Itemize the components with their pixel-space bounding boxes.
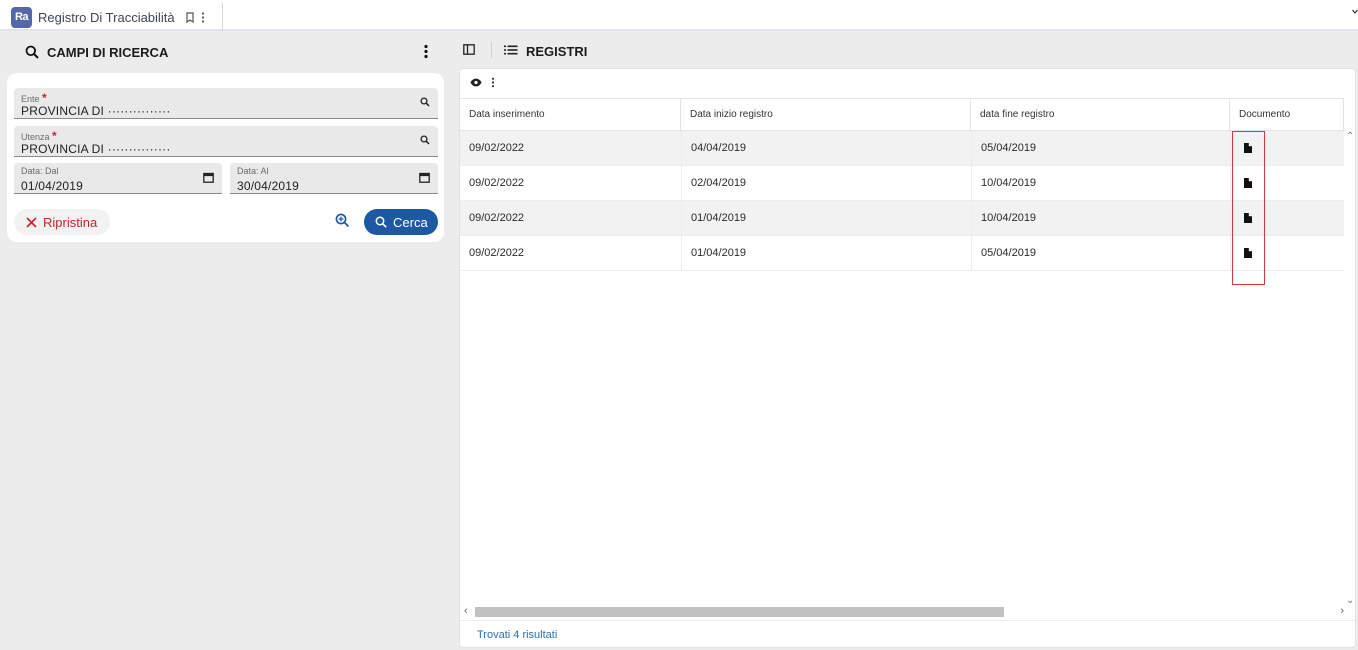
- search-icon: [25, 45, 39, 59]
- utenza-field[interactable]: Utenza * PROVINCIA DI ···············: [14, 126, 438, 157]
- search-panel-header: CAMPI DI RICERCA: [0, 33, 452, 73]
- more-vert-icon[interactable]: [491, 77, 495, 88]
- document-icon[interactable]: [1244, 143, 1252, 153]
- bookmark-icon[interactable]: [185, 11, 195, 23]
- utenza-value[interactable]: PROVINCIA DI ···············: [21, 142, 171, 156]
- search-icon[interactable]: [420, 97, 430, 107]
- cell-data-inserimento: 09/02/2022: [469, 247, 525, 259]
- list-icon: [504, 45, 518, 55]
- chevron-down-icon[interactable]: [1352, 9, 1358, 14]
- cell-documento: [1230, 201, 1344, 236]
- scroll-up-icon[interactable]: ⌃: [1346, 131, 1354, 142]
- date-from-value[interactable]: 01/04/2019: [21, 179, 83, 193]
- cell-data-inizio: 02/04/2019: [681, 166, 971, 201]
- date-to-label: Data: Al: [237, 166, 269, 176]
- ente-label: Ente *: [21, 91, 47, 105]
- search-icon[interactable]: [420, 135, 430, 145]
- date-to-value[interactable]: 30/04/2019: [237, 179, 299, 193]
- reset-button-label: Ripristina: [43, 214, 98, 230]
- cell-documento: [1230, 166, 1344, 201]
- search-button-label: Cerca: [393, 214, 428, 230]
- top-tab-bar: Ra Registro Di Tracciabilità: [0, 0, 1358, 31]
- scroll-left-icon[interactable]: ‹: [464, 605, 468, 617]
- cell-data-fine: 10/04/2019: [971, 201, 1230, 236]
- scrollbar-thumb[interactable]: [475, 607, 1004, 617]
- ente-value[interactable]: PROVINCIA DI ···············: [21, 104, 171, 118]
- scroll-down-icon[interactable]: ⌄: [1346, 595, 1354, 606]
- search-panel-title: CAMPI DI RICERCA: [47, 45, 169, 60]
- table-header: Data inserimento Data inizio registro da…: [460, 98, 1344, 131]
- cell-data-inizio: 01/04/2019: [681, 236, 971, 271]
- date-to-field[interactable]: Data: Al 30/04/2019: [230, 163, 438, 194]
- utenza-label: Utenza *: [21, 129, 57, 143]
- app-tab[interactable]: Ra Registro Di Tracciabilità: [7, 3, 223, 31]
- cell-data-inserimento: 09/02/2022: [469, 212, 525, 224]
- more-vert-icon[interactable]: [423, 44, 429, 59]
- column-header[interactable]: data fine registro: [971, 99, 1230, 131]
- scroll-right-icon[interactable]: ›: [1340, 605, 1344, 617]
- results-panel-title: REGISTRI: [526, 44, 588, 59]
- eye-icon[interactable]: [470, 78, 482, 87]
- cell-data-inizio: 04/04/2019: [681, 131, 971, 166]
- cell-data-inserimento: 09/02/2022: [469, 142, 525, 154]
- table-row[interactable]: 09/02/2022 01/04/2019 05/04/2019: [460, 236, 1344, 271]
- sidebar-toggle-icon[interactable]: [463, 44, 475, 55]
- zoom-in-icon[interactable]: [335, 213, 350, 228]
- cell-documento: [1230, 131, 1344, 166]
- table-row[interactable]: 09/02/2022 01/04/2019 10/04/2019: [460, 201, 1344, 236]
- cell-data-fine: 05/04/2019: [971, 236, 1230, 271]
- document-icon[interactable]: [1244, 178, 1252, 188]
- cell-data-fine: 10/04/2019: [971, 166, 1230, 201]
- reset-button[interactable]: Ripristina: [14, 209, 110, 235]
- column-header[interactable]: Data inizio registro: [681, 99, 971, 131]
- date-from-field[interactable]: Data: Dal 01/04/2019: [14, 163, 222, 194]
- table-row[interactable]: 09/02/2022 02/04/2019 10/04/2019: [460, 166, 1344, 201]
- tab-title: Registro Di Tracciabilità: [38, 9, 175, 25]
- document-icon[interactable]: [1244, 248, 1252, 258]
- header-divider: [491, 42, 492, 58]
- calendar-icon[interactable]: [419, 172, 430, 183]
- cell-data-fine: 05/04/2019: [971, 131, 1230, 166]
- cell-data-inserimento: 09/02/2022: [469, 177, 525, 189]
- column-header[interactable]: Documento: [1230, 99, 1344, 131]
- table-row[interactable]: 09/02/2022 04/04/2019 05/04/2019: [460, 131, 1344, 166]
- table-footer: Trovati 4 risultati: [460, 620, 1355, 647]
- search-form-card: Ente * PROVINCIA DI ··············· Uten…: [7, 73, 444, 242]
- search-button[interactable]: Cerca: [364, 209, 438, 235]
- results-table-card: Data inserimento Data inizio registro da…: [459, 68, 1356, 648]
- search-icon: [375, 216, 387, 228]
- more-vert-icon[interactable]: [201, 11, 205, 23]
- date-from-label: Data: Dal: [21, 166, 59, 176]
- document-icon[interactable]: [1244, 213, 1252, 223]
- calendar-icon[interactable]: [203, 172, 214, 183]
- cell-documento: [1230, 236, 1344, 271]
- app-logo-icon: Ra: [11, 6, 32, 28]
- cell-data-inizio: 01/04/2019: [681, 201, 971, 236]
- horizontal-scrollbar[interactable]: ‹ ›: [460, 605, 1344, 619]
- column-header[interactable]: Data inserimento: [460, 99, 681, 131]
- close-icon: [26, 216, 37, 228]
- results-count: Trovati 4 risultati: [477, 629, 558, 641]
- ente-field[interactable]: Ente * PROVINCIA DI ···············: [14, 88, 438, 119]
